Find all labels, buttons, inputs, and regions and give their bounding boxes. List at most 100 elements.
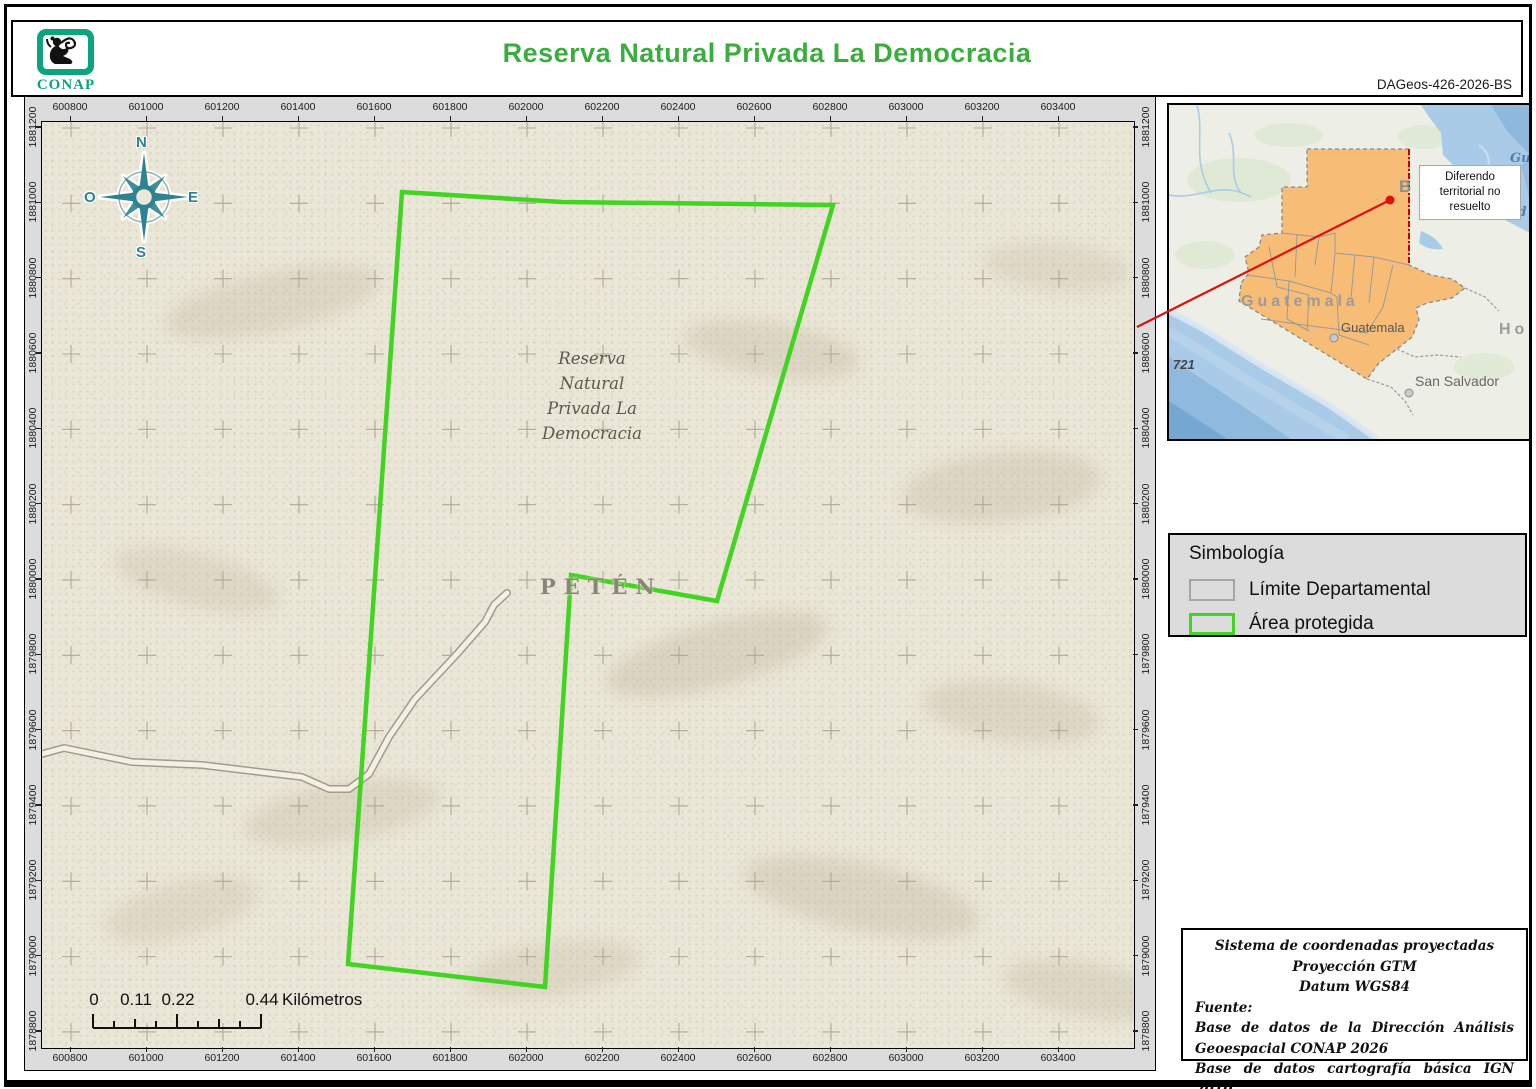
departmental-swatch	[1189, 579, 1235, 601]
x-tick-bottom	[829, 1047, 831, 1052]
x-tick-top	[601, 116, 603, 121]
source-fuente-label: Fuente:	[1195, 999, 1253, 1016]
inset-locator-map: Guatemala Guatemala San Salvador 721 B H…	[1167, 103, 1532, 441]
y-tick-left	[36, 879, 41, 882]
x-tick-top	[753, 116, 755, 121]
x-axis-label-bottom: 602800	[812, 1052, 848, 1064]
x-tick-bottom	[69, 1047, 71, 1052]
y-tick-left	[36, 502, 41, 505]
y-axis-label-right: 1881000	[1140, 181, 1152, 223]
y-tick-left	[36, 126, 41, 128]
y-axis-label-right: 1880000	[1140, 558, 1152, 600]
y-tick-right	[1133, 879, 1138, 882]
x-axis-label-top: 601400	[280, 101, 316, 113]
x-tick-top	[373, 116, 375, 121]
inset-san-salvador-label: San Salvador	[1415, 373, 1500, 389]
x-axis-label-bottom: 603200	[964, 1052, 1000, 1064]
y-tick-right	[1133, 201, 1138, 204]
x-axis-label-top: 603000	[888, 101, 924, 113]
y-tick-left	[36, 352, 41, 354]
x-tick-bottom	[145, 1047, 147, 1052]
inset-city-label: Guatemala	[1341, 320, 1405, 335]
y-axis-label-right: 1879000	[1140, 935, 1152, 977]
x-tick-bottom	[981, 1047, 983, 1052]
y-tick-left	[36, 653, 41, 656]
y-tick-left	[36, 728, 41, 731]
y-tick-right	[1133, 276, 1138, 279]
y-tick-right	[1133, 954, 1138, 957]
x-axis-label-top: 601800	[432, 101, 468, 113]
y-tick-left	[36, 276, 41, 279]
x-axis-label-top: 602000	[508, 101, 544, 113]
y-axis-label-right: 1879200	[1140, 859, 1152, 901]
map-title: Reserva Natural Privada La Democracia	[502, 38, 1032, 68]
source-centered-line: Sistema de coordenadas proyectadas	[1214, 938, 1495, 954]
conap-logo-text: CONAP	[36, 77, 96, 93]
y-tick-right	[1133, 352, 1138, 354]
legend-item: Área protegida	[1189, 611, 1374, 637]
x-axis-label-bottom: 600800	[52, 1052, 88, 1064]
y-tick-left	[36, 578, 41, 580]
y-tick-right	[1133, 804, 1138, 806]
inset-country-label: Guatemala	[1241, 293, 1359, 310]
x-axis-label-bottom: 601600	[356, 1052, 392, 1064]
x-tick-bottom	[449, 1047, 451, 1052]
x-axis-label-bottom: 601800	[432, 1052, 468, 1064]
x-tick-bottom	[753, 1047, 755, 1052]
source-centered-line: Proyección GTM	[1292, 958, 1417, 975]
x-axis-label-top: 601600	[356, 101, 392, 113]
legend-item: Límite Departamental	[1189, 577, 1431, 603]
x-axis-label-bottom: 603000	[888, 1052, 924, 1064]
inset-belize-label: B	[1399, 177, 1412, 196]
x-axis-label-top: 600800	[52, 101, 88, 113]
header: CONAP Reserva Natural Privada La Democra…	[11, 20, 1523, 97]
x-tick-top	[449, 116, 451, 121]
x-tick-bottom	[677, 1047, 679, 1052]
source-box: Sistema de coordenadas proyectadas Proyec…	[1181, 928, 1528, 1089]
y-tick-left	[36, 804, 41, 806]
y-axis-label-right: 1880200	[1140, 483, 1152, 525]
x-tick-bottom	[297, 1047, 299, 1052]
source-line: Base de datos cartografía básica IGN 201…	[1195, 1061, 1514, 1089]
y-tick-left	[36, 427, 41, 430]
x-tick-bottom	[373, 1047, 375, 1052]
y-tick-left	[36, 1030, 41, 1032]
x-axis-label-bottom: 603400	[1040, 1052, 1076, 1064]
x-tick-bottom	[221, 1047, 223, 1052]
y-tick-right	[1133, 1030, 1138, 1032]
x-tick-top	[905, 116, 907, 121]
y-tick-left	[36, 201, 41, 204]
x-axis-label-top: 601000	[128, 101, 164, 113]
x-tick-bottom	[525, 1047, 527, 1052]
y-axis-label-right: 1879800	[1140, 633, 1152, 675]
y-tick-right	[1133, 653, 1138, 656]
x-axis-label-bottom: 601000	[128, 1052, 164, 1064]
y-axis-label-right: 1880600	[1140, 332, 1152, 374]
x-axis-label-bottom: 602600	[736, 1052, 772, 1064]
legend-title: Simbología	[1189, 543, 1285, 564]
y-axis-label-right: 1878800	[1140, 1010, 1152, 1052]
map-code: DAGeos-426-2026-BS	[1376, 77, 1512, 92]
y-tick-right	[1133, 502, 1138, 505]
y-tick-right	[1133, 427, 1138, 430]
x-tick-bottom	[905, 1047, 907, 1052]
x-tick-top	[525, 116, 527, 121]
inset-honduras-label: Ho	[1499, 321, 1529, 338]
legend-item-label: Límite Departamental	[1249, 579, 1431, 600]
map-frame: Reserva Natural Privada La Democracia PE…	[24, 95, 1156, 1071]
x-axis-label-top: 603400	[1040, 101, 1076, 113]
x-axis-label-top: 602400	[660, 101, 696, 113]
territorial-note: Diferendo territorial no resuelto	[1419, 165, 1521, 220]
map-sheet: CONAP Reserva Natural Privada La Democra…	[0, 0, 1536, 1089]
inset-gulf-label: Gu	[1510, 151, 1531, 166]
protected-swatch	[1189, 613, 1235, 635]
inset-ref-number: 721	[1173, 357, 1195, 372]
x-tick-bottom	[1057, 1047, 1059, 1052]
x-axis-label-top: 602800	[812, 101, 848, 113]
y-tick-right	[1133, 728, 1138, 731]
legend: Simbología Límite Departamental Área prot…	[1168, 533, 1527, 637]
x-tick-top	[981, 116, 983, 121]
x-tick-top	[829, 116, 831, 121]
y-axis-label-right: 1879400	[1140, 784, 1152, 826]
x-axis-label-bottom: 601200	[204, 1052, 240, 1064]
